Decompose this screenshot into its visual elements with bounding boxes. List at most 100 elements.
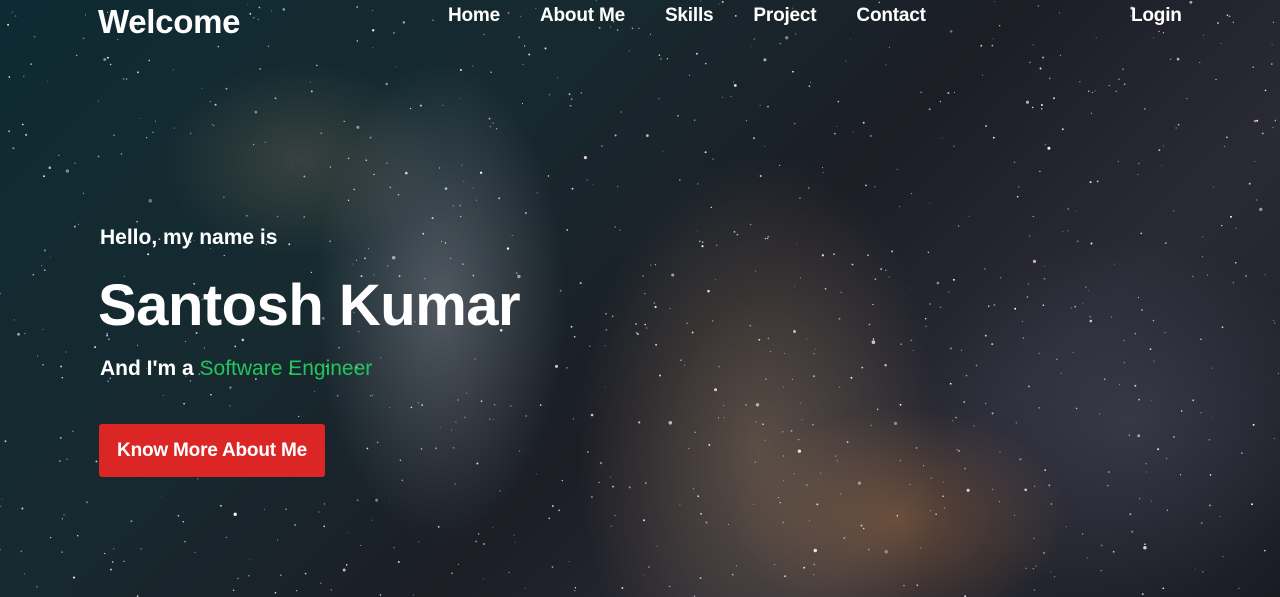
star (822, 167, 823, 169)
star (304, 572, 307, 575)
star (1014, 307, 1017, 310)
star (173, 127, 175, 129)
star (751, 46, 753, 47)
star (1256, 119, 1259, 122)
nav-contact[interactable]: Contact (856, 5, 926, 26)
star (790, 429, 793, 432)
star (201, 87, 203, 89)
star (1137, 174, 1139, 176)
star (395, 66, 397, 68)
star (548, 94, 551, 96)
hero-name: Santosh Kumar (98, 273, 521, 338)
star (338, 346, 340, 349)
star (23, 573, 26, 575)
nav-home[interactable]: Home (448, 5, 500, 26)
star (1161, 164, 1163, 166)
star (209, 101, 211, 103)
star (730, 95, 732, 97)
star (249, 559, 250, 561)
star (479, 171, 483, 174)
star (389, 186, 391, 188)
know-more-button[interactable]: Know More About Me (99, 424, 325, 477)
star (658, 54, 661, 56)
star (405, 171, 408, 175)
star (679, 179, 681, 181)
star (867, 548, 870, 551)
star (72, 576, 76, 579)
star (1248, 182, 1251, 185)
star (638, 421, 641, 424)
star (637, 333, 639, 335)
star (920, 547, 922, 549)
star (1042, 56, 1045, 59)
star (214, 103, 217, 106)
star (782, 480, 785, 482)
star (1256, 199, 1258, 201)
star (94, 346, 97, 349)
star (1043, 277, 1046, 280)
star (680, 359, 682, 362)
star (700, 512, 703, 515)
star (612, 485, 614, 488)
nav-about-me[interactable]: About Me (540, 5, 625, 26)
star (474, 358, 476, 360)
star (434, 447, 437, 450)
star (511, 234, 513, 236)
star (867, 254, 869, 257)
star (1164, 242, 1167, 244)
star (1128, 434, 1130, 436)
star (705, 521, 708, 524)
star (1032, 568, 1034, 570)
star (888, 46, 890, 48)
star (865, 184, 867, 187)
star (103, 58, 107, 61)
star (75, 54, 78, 57)
star (20, 550, 23, 553)
brand-link[interactable]: Welcome (98, 3, 240, 41)
star (76, 535, 79, 537)
star (109, 63, 112, 66)
nav-skills[interactable]: Skills (665, 5, 714, 26)
star (353, 188, 355, 191)
login-link[interactable]: Login (1131, 5, 1182, 27)
star (558, 509, 560, 512)
star (274, 591, 277, 594)
star (544, 47, 547, 50)
star (223, 196, 225, 198)
star (836, 459, 838, 462)
star (656, 545, 658, 547)
nav-project[interactable]: Project (753, 5, 816, 26)
star (966, 488, 970, 492)
star (111, 561, 114, 563)
star (1060, 372, 1062, 374)
star (44, 269, 46, 271)
star (845, 60, 847, 62)
star (154, 120, 157, 122)
star (749, 324, 752, 327)
star (614, 515, 616, 516)
star (684, 364, 685, 366)
star (723, 405, 725, 407)
star (492, 526, 494, 528)
star (1053, 97, 1055, 100)
star (43, 175, 46, 178)
star (551, 505, 554, 507)
star (984, 334, 987, 337)
star (182, 521, 185, 523)
star (276, 215, 279, 218)
star (843, 537, 846, 539)
star (466, 392, 468, 394)
star (126, 78, 128, 80)
star (323, 503, 326, 505)
star (1031, 106, 1034, 109)
star (736, 233, 739, 236)
star (721, 96, 724, 98)
star (106, 56, 109, 59)
star (1208, 504, 1211, 507)
star (885, 64, 887, 66)
star (1053, 576, 1056, 578)
star (498, 197, 501, 200)
star (702, 241, 704, 243)
star (397, 193, 400, 196)
star (797, 449, 802, 453)
